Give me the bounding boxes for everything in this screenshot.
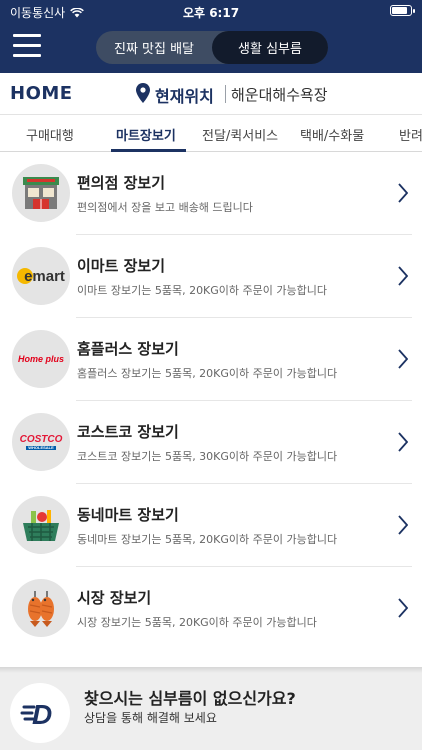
current-location-button[interactable]: 현재위치 bbox=[155, 83, 214, 107]
item-description: 코스트코 장보기는 5품목, 30KG이하 주문이 가능합니다 bbox=[77, 450, 338, 463]
status-time: 오후 6:17 bbox=[182, 6, 240, 20]
segment-food-delivery[interactable]: 진짜 맛집 배달 bbox=[96, 31, 212, 64]
category-tabs: 구매대행 마트장보기 전달/퀵서비스 택배/수화물 반려 bbox=[0, 116, 422, 152]
location-pin-icon[interactable] bbox=[136, 83, 150, 103]
item-avatar bbox=[12, 164, 70, 222]
item-avatar: COSTCO WHOLESALE bbox=[12, 413, 70, 471]
homeplus-logo: Home plus bbox=[17, 354, 64, 364]
chevron-right-icon bbox=[398, 183, 408, 203]
item-description: 홈플러스 장보기는 5품목, 20KG이하 주문이 가능합니다 bbox=[77, 367, 338, 380]
chevron-right-icon bbox=[398, 515, 408, 535]
app-screen: 이동통신사 오후 6:17 진짜 맛집 배달 생활 심부름 HOME 현재위치 bbox=[0, 0, 422, 750]
chevron-right-icon bbox=[398, 349, 408, 369]
item-description: 동네마트 장보기는 5품목, 20KG이하 주문이 가능합니다 bbox=[77, 533, 338, 546]
item-title: 동네마트 장보기 bbox=[77, 506, 179, 524]
fish-market-icon bbox=[28, 591, 54, 627]
list-item-market[interactable]: 시장 장보기 시장 장보기는 5품목, 20KG이하 주문이 가능합니다 bbox=[0, 567, 422, 650]
item-avatar: Home plus bbox=[12, 330, 70, 388]
chevron-right-icon bbox=[398, 598, 408, 618]
tab-purchase-agent[interactable]: 구매대행 bbox=[26, 125, 74, 144]
item-description: 이마트 장보기는 5품목, 20KG이하 주문이 가능합니다 bbox=[77, 284, 327, 297]
app-logo: D bbox=[10, 683, 70, 743]
location-bar: HOME 현재위치 해운대해수욕장 bbox=[0, 73, 422, 115]
tab-parcel[interactable]: 택배/수화물 bbox=[300, 125, 364, 144]
location-divider bbox=[225, 85, 226, 103]
item-title: 편의점 장보기 bbox=[77, 174, 166, 192]
list-item-homeplus[interactable]: Home plus 홈플러스 장보기 홈플러스 장보기는 5품목, 20KG이하… bbox=[0, 318, 422, 401]
list-item-local-mart[interactable]: 동네마트 장보기 동네마트 장보기는 5품목, 20KG이하 주문이 가능합니다 bbox=[0, 484, 422, 567]
delivery-logo-icon: D bbox=[20, 699, 52, 728]
consult-banner[interactable]: D 찾으시는 심부름이 없으신가요? 상담을 통해 해결해 보세요 bbox=[0, 673, 422, 750]
top-header: 이동통신사 오후 6:17 진짜 맛집 배달 생활 심부름 bbox=[0, 0, 422, 73]
tab-mart-shopping[interactable]: 마트장보기 bbox=[116, 125, 176, 144]
item-title: 시장 장보기 bbox=[77, 589, 152, 607]
address-text[interactable]: 해운대해수욕장 bbox=[231, 84, 328, 105]
item-title: 이마트 장보기 bbox=[77, 257, 166, 275]
banner-title: 찾으시는 심부름이 없으신가요? bbox=[84, 689, 296, 708]
list-item-costco[interactable]: COSTCO WHOLESALE 코스트코 장보기 코스트코 장보기는 5품목,… bbox=[0, 401, 422, 484]
costco-logo: COSTCO WHOLESALE bbox=[19, 433, 63, 450]
item-avatar bbox=[12, 579, 70, 637]
tab-pet[interactable]: 반려 bbox=[399, 125, 422, 144]
list-item-emart[interactable]: emart 이마트 장보기 이마트 장보기는 5품목, 20KG이하 주문이 가… bbox=[0, 235, 422, 318]
item-description: 편의점에서 장을 보고 배송해 드립니다 bbox=[77, 201, 253, 214]
chevron-right-icon bbox=[398, 432, 408, 452]
item-avatar: emart bbox=[12, 247, 70, 305]
item-avatar bbox=[12, 496, 70, 554]
battery-icon bbox=[390, 5, 415, 16]
status-bar: 이동통신사 오후 6:17 bbox=[0, 0, 422, 22]
item-title: 코스트코 장보기 bbox=[77, 423, 179, 441]
chevron-right-icon bbox=[398, 266, 408, 286]
item-title: 홈플러스 장보기 bbox=[77, 340, 179, 358]
home-label[interactable]: HOME bbox=[10, 83, 73, 104]
service-list: 편의점 장보기 편의점에서 장을 보고 배송해 드립니다 emart 이마트 장… bbox=[0, 152, 422, 650]
segment-errand[interactable]: 생활 심부름 bbox=[212, 31, 328, 64]
tab-delivery-quick[interactable]: 전달/퀵서비스 bbox=[202, 125, 278, 144]
svg-text:D: D bbox=[32, 699, 52, 728]
emart-logo: emart bbox=[17, 268, 65, 285]
hamburger-menu-button[interactable] bbox=[13, 33, 41, 57]
service-segment-control: 진짜 맛집 배달 생활 심부름 bbox=[96, 31, 328, 64]
item-description: 시장 장보기는 5품목, 20KG이하 주문이 가능합니다 bbox=[77, 616, 317, 629]
convenience-store-icon bbox=[23, 177, 59, 209]
list-item-convenience-store[interactable]: 편의점 장보기 편의점에서 장을 보고 배송해 드립니다 bbox=[0, 152, 422, 235]
grocery-basket-icon bbox=[23, 510, 59, 541]
banner-subtitle: 상담을 통해 해결해 보세요 bbox=[84, 711, 217, 725]
